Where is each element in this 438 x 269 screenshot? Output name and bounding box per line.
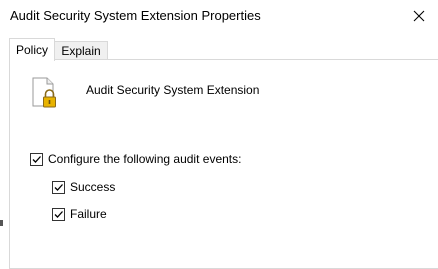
locked-document-icon: [32, 77, 56, 108]
window-edge: [0, 31, 2, 263]
tab-explain[interactable]: Explain: [54, 41, 108, 60]
failure-label: Failure: [70, 207, 107, 221]
window-edge-mark: [0, 220, 3, 226]
success-checkbox[interactable]: [52, 180, 65, 194]
window-title: Audit Security System Extension Properti…: [10, 8, 261, 23]
policy-name: Audit Security System Extension: [86, 83, 260, 97]
tab-strip: Policy Explain: [9, 38, 429, 61]
success-label: Success: [70, 180, 116, 194]
configure-audit-label: Configure the following audit events:: [48, 152, 242, 166]
failure-checkbox-row[interactable]: Failure: [52, 207, 107, 221]
close-icon: [413, 10, 425, 21]
success-checkbox-row[interactable]: Success: [52, 180, 115, 194]
checkmark-icon: [32, 155, 41, 163]
tab-explain-label: Explain: [61, 44, 101, 58]
checkmark-icon: [54, 210, 63, 218]
checkmark-icon: [54, 183, 63, 191]
close-button[interactable]: [400, 0, 438, 31]
title-bar: Audit Security System Extension Properti…: [0, 0, 438, 31]
configure-audit-checkbox-row[interactable]: Configure the following audit events:: [30, 152, 241, 166]
failure-checkbox[interactable]: [52, 207, 65, 221]
tab-policy[interactable]: Policy: [9, 38, 55, 61]
properties-dialog: Audit Security System Extension Properti…: [0, 0, 438, 269]
tab-policy-label: Policy: [15, 43, 48, 57]
configure-audit-checkbox[interactable]: [30, 152, 43, 166]
